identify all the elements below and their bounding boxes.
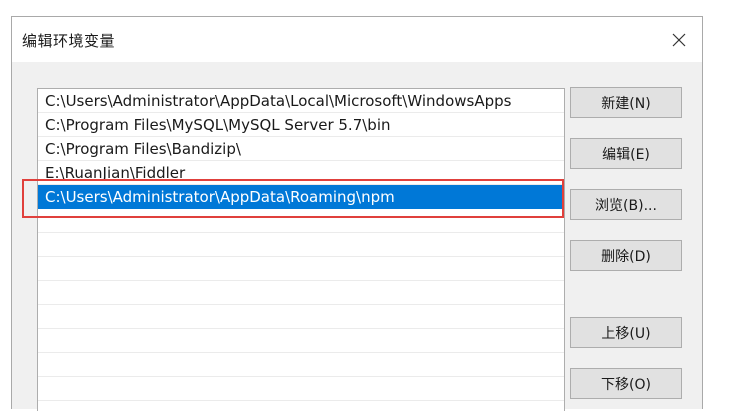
empty-list-row[interactable] <box>38 257 564 281</box>
edit-env-variable-dialog: 编辑环境变量 C:\Users\Administrator\AppData\Lo… <box>11 16 703 411</box>
dialog-title: 编辑环境变量 <box>22 32 116 50</box>
browse-button[interactable]: 浏览(B)... <box>570 189 682 220</box>
path-text: C:\Program Files\MySQL\MySQL Server 5.7\… <box>45 116 391 134</box>
move-down-button[interactable]: 下移(O) <box>570 368 682 399</box>
path-text: C:\Program Files\Bandizip\ <box>45 140 241 158</box>
move-up-button[interactable]: 上移(U) <box>570 317 682 348</box>
empty-list-row[interactable] <box>38 233 564 257</box>
list-item[interactable]: E:\RuanJian\Fiddler <box>38 161 564 185</box>
empty-list-row[interactable] <box>38 209 564 233</box>
list-item[interactable]: C:\Program Files\MySQL\MySQL Server 5.7\… <box>38 113 564 137</box>
close-button[interactable] <box>656 17 702 62</box>
path-text: C:\Users\Administrator\AppData\Roaming\n… <box>45 188 395 206</box>
empty-list-row[interactable] <box>38 305 564 329</box>
title-bar: 编辑环境变量 <box>12 17 702 62</box>
empty-list-row[interactable] <box>38 353 564 377</box>
new-button[interactable]: 新建(N) <box>570 87 682 118</box>
edit-button[interactable]: 编辑(E) <box>570 138 682 169</box>
list-item[interactable]: C:\Program Files\Bandizip\ <box>38 137 564 161</box>
empty-list-row[interactable] <box>38 329 564 353</box>
empty-list-row[interactable] <box>38 281 564 305</box>
close-icon <box>672 33 686 46</box>
list-item[interactable]: C:\Users\Administrator\AppData\Local\Mic… <box>38 89 564 113</box>
empty-list-row[interactable] <box>38 401 564 411</box>
path-list[interactable]: C:\Users\Administrator\AppData\Local\Mic… <box>37 88 565 411</box>
path-text: C:\Users\Administrator\AppData\Local\Mic… <box>45 92 512 110</box>
list-item-selected[interactable]: C:\Users\Administrator\AppData\Roaming\n… <box>38 185 564 209</box>
delete-button[interactable]: 删除(D) <box>570 240 682 271</box>
path-text: E:\RuanJian\Fiddler <box>45 164 186 182</box>
empty-list-row[interactable] <box>38 377 564 401</box>
